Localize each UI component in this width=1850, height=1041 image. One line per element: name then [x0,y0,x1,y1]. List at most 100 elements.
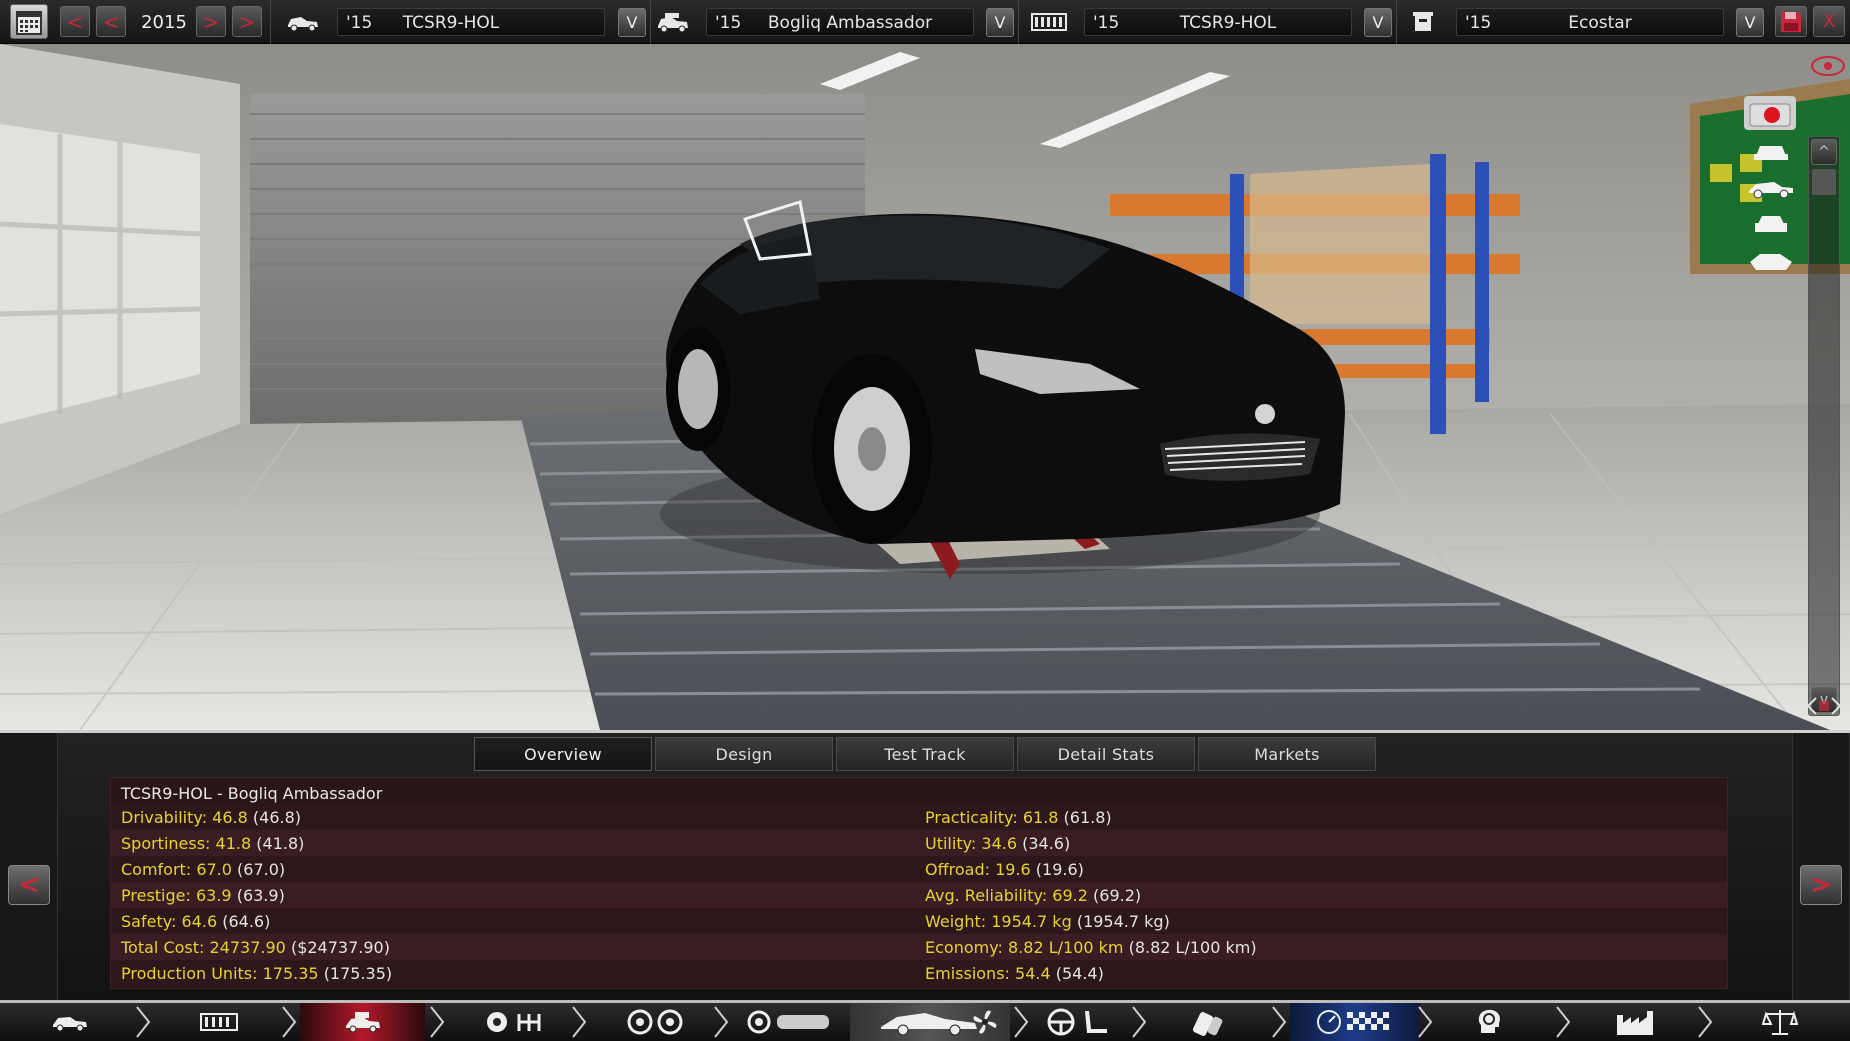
engine-dropdown-button[interactable]: V [1736,8,1764,37]
test-track-icon [1317,1010,1389,1034]
stat-previous: (19.6) [1035,860,1084,879]
nav-engine-gearbox-button[interactable] [460,1003,570,1041]
car-model-icon [284,8,322,36]
model-selector[interactable]: '15 TCSR9-HOL [337,8,605,36]
nav-car-button[interactable] [20,1003,120,1041]
nav-market-balance-button[interactable] [1730,1003,1830,1041]
stat-safety: Safety: 64.6 (64.6) [121,912,270,931]
trim-icon [654,8,692,36]
nav-wheels-button[interactable] [600,1003,710,1041]
nav-car-model-button[interactable] [300,1003,425,1041]
stat-production-units: Production Units: 175.35 (175.35) [121,964,392,983]
stats-rows: Drivability: 46.8 (46.8) Practicality: 6… [111,804,1727,986]
stat-row: Safety: 64.6 (64.6) Weight: 1954.7 kg (1… [111,908,1727,934]
stat-label: Weight: [925,912,987,931]
nav-factory-button[interactable] [1585,1003,1685,1041]
engine-selector[interactable]: '15 Ecostar [1456,8,1724,36]
nav-separator [1556,1006,1571,1038]
stat-previous: (1954.7 kg) [1076,912,1170,931]
stat-value: 34.6 [981,834,1018,853]
year-back-fast-button[interactable]: < [60,6,90,37]
stat-drivability: Drivability: 46.8 (46.8) [121,808,301,827]
nav-test-track-button[interactable] [1290,1003,1420,1041]
tab-test-track[interactable]: Test Track [836,737,1014,771]
engine-name: Ecostar [1568,13,1632,33]
close-button[interactable]: X [1813,6,1845,37]
engine-year: '15 [1465,13,1492,33]
stat-prestige: Prestige: 63.9 (63.9) [121,886,285,905]
trim-name: Bogliq Ambassador [767,13,933,33]
trim-selector[interactable]: '15 Bogliq Ambassador [706,8,974,36]
view-rear-button[interactable] [1750,210,1792,236]
nav-body-button[interactable] [740,1003,840,1041]
scales-icon [1762,1010,1798,1035]
nav-chassis-button[interactable] [164,1003,274,1041]
tab-markets[interactable]: Markets [1198,737,1376,771]
stat-label: Prestige: [121,886,191,905]
nav-separator [282,1006,297,1038]
tab-overview[interactable]: Overview [474,737,652,771]
fuel-icon [1192,1012,1223,1036]
year-forward-button[interactable]: > [196,6,226,37]
stat-practicality: Practicality: 61.8 (61.8) [925,808,1112,827]
year-back-button[interactable]: < [96,6,126,37]
trim-dropdown-button[interactable]: V [986,8,1014,37]
stat-comfort: Comfort: 67.0 (67.0) [121,860,285,879]
info-panel: Overview Design Test Track Detail Stats … [0,730,1850,1003]
chassis-name: TCSR9-HOL [1179,13,1277,33]
wheels-icon [627,1009,683,1035]
car-side-view-icon [1749,182,1793,199]
scroll-up-button[interactable]: ^ [1811,139,1837,165]
nav-fan-button[interactable] [960,1003,1010,1041]
tab-detail-stats[interactable]: Detail Stats [1017,737,1195,771]
stat-label: Economy: [925,938,1003,957]
stat-value: 41.8 [215,834,252,853]
stat-previous: (67.0) [237,860,286,879]
view-top-button[interactable] [1746,246,1796,276]
stat-label: Utility: [925,834,977,853]
view-front-button[interactable] [1750,138,1792,164]
view-scrollbar[interactable]: ^ v [1808,136,1840,716]
engine-gearbox-icon [487,1012,541,1032]
stat-label: Avg. Reliability: [925,886,1048,905]
save-button[interactable] [1775,6,1807,37]
stat-row: Prestige: 63.9 (63.9) Avg. Reliability: … [111,882,1727,908]
car-top-view-icon [1750,254,1792,270]
visibility-toggle[interactable] [1810,54,1846,78]
previous-car-button[interactable]: < [8,865,50,905]
stat-label: Total Cost: [121,938,205,957]
nav-separator [1014,1006,1029,1038]
model-year: '15 [346,13,373,33]
view-side-button[interactable] [1746,174,1796,200]
stat-sportiness: Sportiness: 41.8 (41.8) [121,834,304,853]
nav-interior-button[interactable] [1030,1003,1130,1041]
car-rear-view-icon [1755,216,1787,232]
chassis-selector[interactable]: '15 TCSR9-HOL [1084,8,1352,36]
calendar-button[interactable] [10,4,48,39]
chassis-dropdown-button[interactable]: V [1364,8,1392,37]
factory-icon [1617,1011,1653,1035]
stats-title: TCSR9-HOL - Bogliq Ambassador [121,784,383,803]
scroll-thumb[interactable] [1812,169,1836,195]
stat-value: 24737.90 [209,938,286,957]
nav-separator [1698,1006,1713,1038]
next-car-button[interactable]: > [1800,865,1842,905]
fullscreen-toggle[interactable] [1804,689,1844,723]
model-dropdown-button[interactable]: V [618,8,646,37]
record-button[interactable] [1744,96,1796,130]
stat-label: Offroad: [925,860,990,879]
nav-fuel-button[interactable] [1158,1003,1258,1041]
save-icon [1781,11,1801,32]
chassis-year: '15 [1093,13,1120,33]
car-front-view-icon [1754,146,1788,160]
stat-previous: (64.6) [222,912,271,931]
tab-design[interactable]: Design [655,737,833,771]
trim-year: '15 [715,13,742,33]
nav-research-button[interactable] [1440,1003,1540,1041]
stat-previous: ($24737.90) [290,938,390,957]
garage-3d-view[interactable]: ^ v [0,44,1850,730]
year-forward-fast-button[interactable]: > [232,6,262,37]
stat-emissions: Emissions: 54.4 (54.4) [925,964,1104,983]
nav-separator [572,1006,587,1038]
chassis-icon [200,1013,238,1031]
